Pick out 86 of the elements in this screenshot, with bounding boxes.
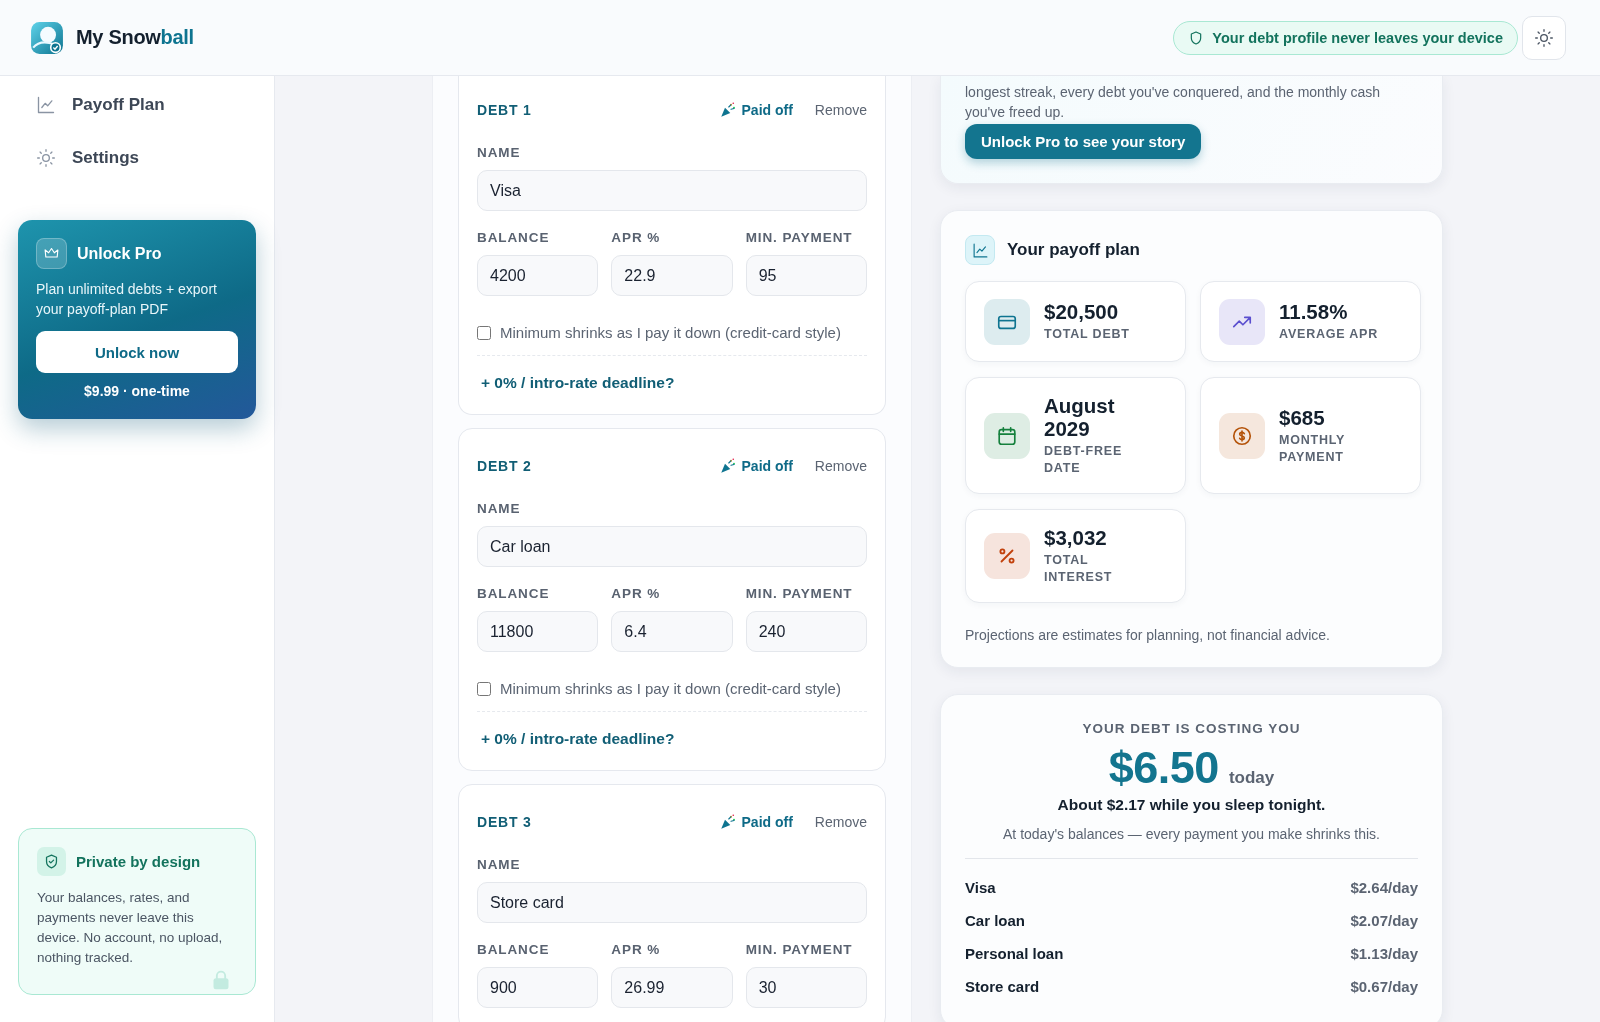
sleep-text: About $2.17 while you sleep tonight. — [1056, 796, 1327, 814]
field-label: APR % — [611, 942, 662, 957]
paid-off-button[interactable]: Paid off — [718, 457, 793, 475]
price-text: $9.99 · one-time — [83, 383, 191, 399]
input-field[interactable]: Visa — [477, 170, 867, 211]
field-label: NAME — [477, 145, 522, 160]
input-field[interactable]: 6.4 — [611, 611, 733, 652]
daily-cost: $2.07/day — [1350, 912, 1418, 929]
paid-off-button[interactable]: Paid off — [718, 813, 793, 831]
stat-value: $20,500 — [1044, 300, 1120, 323]
disclaimer-text: Projections are estimates for planning, not financial advice. — [965, 627, 1331, 643]
remove-button[interactable]: Remove — [814, 814, 867, 830]
checkbox[interactable] — [477, 681, 491, 696]
field-label: MIN. PAYMENT — [745, 586, 854, 601]
field-label: BALANCE — [477, 230, 551, 245]
stat-label: TOTAL INTEREST — [1044, 552, 1114, 586]
field-label: MIN. PAYMENT — [745, 230, 854, 245]
field-label: BALANCE — [477, 586, 551, 601]
party-popper-icon — [718, 457, 737, 475]
chart-icon — [36, 94, 56, 115]
field-label: APR % — [611, 230, 662, 245]
daily-cost: $1.13/day — [1350, 945, 1418, 962]
remove-button[interactable]: Remove — [814, 458, 867, 474]
debt-name: Car loan — [965, 912, 1025, 929]
app-name: My Snowball — [76, 26, 194, 49]
debt-name: Store card — [965, 978, 1040, 995]
input-field[interactable]: 95 — [745, 255, 867, 296]
intro-rate-link[interactable]: + 0% / intro-rate deadline? — [477, 374, 675, 392]
amount-suffix: today — [1228, 768, 1275, 788]
stat-label: DEBT-FREE DATE — [1044, 443, 1124, 477]
daily-cost: $2.64/day — [1350, 879, 1418, 896]
input-field[interactable]: 30 — [745, 967, 867, 1008]
debt-title: DEBT 2 — [477, 458, 532, 474]
promo-description: Plan unlimited debts + export your payoff-plan PDF — [36, 280, 218, 319]
party-popper-icon — [718, 101, 737, 119]
input-field[interactable]: 4200 — [477, 255, 599, 296]
privacy-text: Your balances, rates, and payments never leave this device. No account, no upload, nothing tracked. — [37, 889, 224, 967]
input-field[interactable]: 240 — [745, 611, 867, 652]
field-label: NAME — [477, 857, 522, 872]
note-text: At today's balances — every payment you make shrinks this. — [1002, 826, 1381, 842]
gear-icon — [36, 147, 56, 168]
daily-cost: $0.67/day — [1350, 978, 1418, 995]
debt-name: Personal loan — [965, 945, 1064, 962]
nav-item[interactable]: Payoff Plan — [18, 78, 256, 131]
field-label: MIN. PAYMENT — [745, 942, 854, 957]
input-field[interactable]: 26.99 — [611, 967, 733, 1008]
shield-check-icon — [43, 853, 60, 870]
party-popper-icon — [718, 813, 737, 831]
stat-label: AVERAGE APR — [1279, 326, 1379, 343]
unlock-story-button[interactable]: Unlock Pro to see your story — [965, 124, 1202, 159]
checkbox-label: Minimum shrinks as I pay it down (credit-card style) — [500, 324, 841, 341]
input-field[interactable]: Car loan — [477, 526, 867, 567]
card-title: Your payoff plan — [1007, 240, 1140, 260]
unlock-button[interactable]: Unlock now — [36, 331, 238, 373]
sun-icon — [1534, 27, 1554, 48]
field-label: NAME — [477, 501, 522, 516]
debt-name: Visa — [965, 879, 996, 896]
stat-value: $685 — [1279, 405, 1326, 429]
privacy-title: Private by design — [76, 853, 201, 870]
checkbox-label: Minimum shrinks as I pay it down (credit-card style) — [500, 680, 841, 697]
stat-label: TOTAL DEBT — [1044, 326, 1130, 343]
nav-item[interactable]: Settings — [18, 131, 256, 184]
remove-button[interactable]: Remove — [814, 102, 867, 118]
cost-amount: $6.50 — [1108, 742, 1219, 794]
stat-value: 11.58% — [1279, 300, 1349, 323]
lock-icon — [211, 970, 231, 990]
story-text: longest streak, every debt you've conquered, and the monthly cash you've freed up. — [965, 83, 1382, 122]
input-field[interactable]: Store card — [477, 882, 867, 923]
input-field[interactable]: 900 — [477, 967, 599, 1008]
privacy-badge: Your debt profile never leaves your device — [1173, 20, 1518, 55]
intro-rate-link[interactable]: + 0% / intro-rate deadline? — [477, 730, 675, 748]
field-label: BALANCE — [477, 942, 551, 957]
theme-toggle-button[interactable] — [1522, 15, 1566, 60]
chart-icon — [971, 241, 989, 259]
input-field[interactable]: 11800 — [477, 611, 599, 652]
paid-off-button[interactable]: Paid off — [718, 101, 793, 119]
debt-title: DEBT 3 — [477, 814, 532, 830]
stat-value: $3,032 — [1044, 526, 1108, 549]
promo-title: Unlock Pro — [77, 244, 162, 263]
cost-heading: YOUR DEBT IS COSTING YOU — [1081, 721, 1302, 736]
field-label: APR % — [611, 586, 662, 601]
checkbox[interactable] — [477, 325, 491, 340]
debt-title: DEBT 1 — [477, 102, 532, 118]
stat-label: MONTHLY PAYMENT — [1279, 431, 1347, 466]
input-field[interactable]: 22.9 — [611, 255, 733, 296]
stat-value: August 2029 — [1044, 394, 1116, 440]
